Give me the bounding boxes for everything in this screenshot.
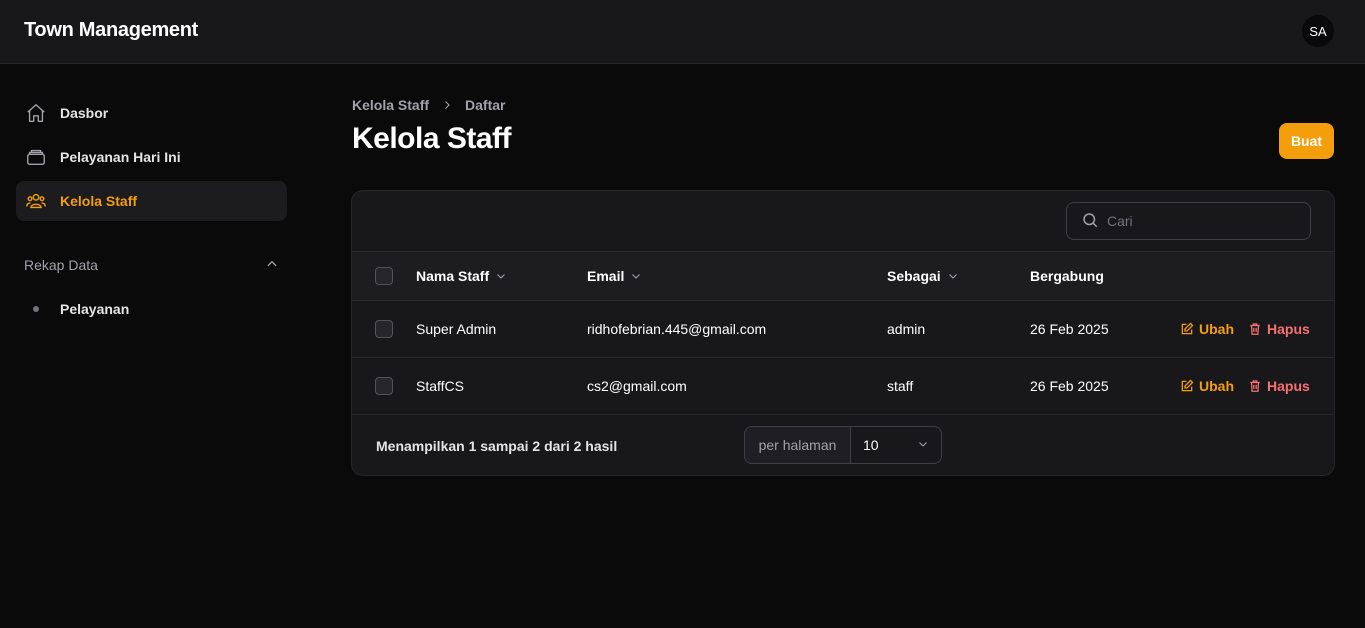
sidebar-item-label: Kelola Staff <box>60 193 138 209</box>
trash-icon <box>1250 323 1260 335</box>
table-header: Nama Staff Email Sebagai Bergabung <box>352 252 1334 301</box>
edit-button[interactable]: Ubah <box>1180 301 1234 357</box>
row-checkbox[interactable] <box>375 320 393 338</box>
sidebar-group-label: Rekap Data <box>24 257 98 273</box>
home-icon <box>24 101 48 125</box>
column-header-joined: Bergabung <box>1030 252 1104 300</box>
trash-icon <box>1250 380 1260 392</box>
sidebar-item-label: Pelayanan <box>60 301 130 317</box>
sidebar-item-kelola-staff[interactable]: Kelola Staff <box>16 181 287 221</box>
chevron-right-icon <box>441 99 453 111</box>
column-header-label: Sebagai <box>887 268 941 284</box>
delete-label: Hapus <box>1267 378 1310 394</box>
sidebar-item-dasbor[interactable]: Dasbor <box>16 93 287 133</box>
breadcrumb-parent[interactable]: Kelola Staff <box>352 97 429 113</box>
page-title: Kelola Staff <box>352 122 512 155</box>
select-all-checkbox[interactable] <box>375 267 393 285</box>
sidebar-group-rekap-data[interactable]: Rekap Data <box>16 245 287 285</box>
create-button[interactable]: Buat <box>1279 123 1334 159</box>
row-checkbox[interactable] <box>375 377 393 395</box>
edit-label: Ubah <box>1199 378 1234 394</box>
edit-button[interactable]: Ubah <box>1180 358 1234 414</box>
column-header-role[interactable]: Sebagai <box>887 252 959 300</box>
sidebar-item-label: Pelayanan Hari Ini <box>60 149 181 165</box>
search-box[interactable] <box>1066 202 1311 240</box>
row-select-cell <box>375 358 393 414</box>
cell-role: admin <box>887 321 926 337</box>
per-page-select[interactable]: per halaman 10 <box>744 426 942 464</box>
breadcrumb-current: Daftar <box>465 97 506 113</box>
select-all-cell <box>375 252 393 300</box>
cell-joined: 26 Feb 2025 <box>1030 321 1109 337</box>
chevron-down-icon <box>917 437 929 453</box>
bullet-icon <box>24 306 48 312</box>
user-avatar[interactable]: SA <box>1302 15 1334 47</box>
cell-email: ridhofebrian.445@gmail.com <box>587 321 767 337</box>
row-select-cell <box>375 301 393 357</box>
chevron-up-icon[interactable] <box>265 257 279 274</box>
column-header-label: Email <box>587 268 625 284</box>
search-input[interactable] <box>1107 213 1297 229</box>
delete-button[interactable]: Hapus <box>1248 301 1310 357</box>
cell-email: cs2@gmail.com <box>587 378 687 394</box>
search-icon <box>1081 211 1099 232</box>
column-header-email[interactable]: Email <box>587 252 642 300</box>
sidebar-item-pelayanan-hari-ini[interactable]: Pelayanan Hari Ini <box>16 137 287 177</box>
table-row[interactable]: Super Admin ridhofebrian.445@gmail.com a… <box>352 301 1334 358</box>
app-title[interactable]: Town Management <box>24 19 198 42</box>
cell-name: Super Admin <box>416 321 497 337</box>
per-page-value: 10 <box>863 437 879 453</box>
breadcrumb: Kelola Staff Daftar <box>352 97 505 113</box>
cell-role: staff <box>887 378 914 394</box>
edit-icon <box>1181 322 1194 335</box>
chevron-down-icon <box>495 270 507 282</box>
chevron-down-icon <box>630 270 642 282</box>
inbox-icon <box>24 145 48 169</box>
edit-icon <box>1181 379 1194 392</box>
table-toolbar <box>352 191 1334 252</box>
cell-joined: 26 Feb 2025 <box>1030 378 1109 394</box>
pagination-summary: Menampilkan 1 sampai 2 dari 2 hasil <box>376 437 618 454</box>
delete-button[interactable]: Hapus <box>1248 358 1310 414</box>
sidebar: Dasbor Pelayanan Hari Ini Kelola Staff R… <box>16 93 287 329</box>
column-header-label: Nama Staff <box>416 268 490 284</box>
column-header-label: Bergabung <box>1030 268 1104 284</box>
table-row[interactable]: StaffCS cs2@gmail.com staff 26 Feb 2025 … <box>352 358 1334 415</box>
edit-label: Ubah <box>1199 321 1234 337</box>
table-footer: Menampilkan 1 sampai 2 dari 2 hasil per … <box>352 415 1334 475</box>
users-icon <box>24 189 48 213</box>
per-page-value-field[interactable]: 10 <box>851 427 941 463</box>
delete-label: Hapus <box>1267 321 1310 337</box>
staff-table-card: Nama Staff Email Sebagai Bergabung Super… <box>351 190 1335 476</box>
sidebar-item-label: Dasbor <box>60 105 109 121</box>
chevron-down-icon <box>947 270 959 282</box>
top-bar: Town Management SA <box>0 0 1365 64</box>
cell-name: StaffCS <box>416 378 464 394</box>
sidebar-item-pelayanan[interactable]: Pelayanan <box>16 289 287 329</box>
column-header-name[interactable]: Nama Staff <box>416 252 507 300</box>
per-page-label: per halaman <box>745 427 851 463</box>
